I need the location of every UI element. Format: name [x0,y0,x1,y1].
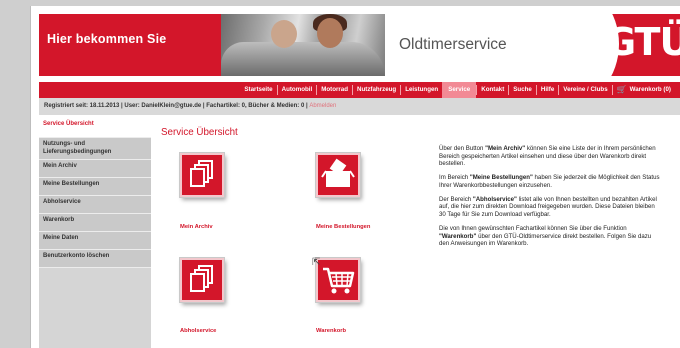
info-paragraph-orders: Im Bereich "Meine Bestellungen" haben Si… [439,174,660,189]
sidebar-item-warenkorb[interactable]: Warenkorb [39,214,151,232]
nav-service[interactable]: Service [442,82,477,98]
pickup-tile-label[interactable]: Abholservice [180,328,216,334]
nav-warenkorb-label: Warenkorb (0) [629,86,671,93]
archive-tile-button[interactable] [180,153,224,197]
cart-tile-label[interactable]: Warenkorb [316,328,346,334]
orders-tile-label[interactable]: Meine Bestellungen [316,224,370,230]
user-status-bar: Registriert seit: 18.11.2013 | User: Dan… [39,98,680,115]
nav-vereine-clubs[interactable]: Vereine / Clubs [558,85,611,95]
main-nav: Startseite Automobil Motorrad Nutzfahrze… [39,82,680,98]
site-header: Hier bekommen Sie Oldtimerservice GTÜ [39,6,680,104]
sidebar-item-service-uebersicht[interactable]: Service Übersicht [39,116,151,138]
nav-kontakt[interactable]: Kontakt [476,85,508,95]
info-paragraph-pickup: Der Bereich "Abholservice" listet alle v… [439,195,657,218]
pickup-icon [190,265,213,292]
sidebar-item-meine-bestellungen[interactable]: Meine Bestellungen [39,178,151,196]
orders-icon [321,158,355,187]
sidebar-item-abholservice[interactable]: Abholservice [39,196,151,214]
archive-tile-label[interactable]: Mein Archiv [180,224,213,230]
nav-nutzfahrzeug[interactable]: Nutzfahrzeug [352,85,400,95]
banner-text: Hier bekommen Sie [47,32,167,46]
cart-icon [323,267,355,294]
cart-icon: 🛒 [616,85,627,94]
man-face [271,20,297,48]
header-photo [221,14,385,76]
nav-motorrad[interactable]: Motorrad [316,85,352,95]
service-title: Oldtimerservice [399,36,507,53]
user-status-text: Registriert seit: 18.11.2013 | User: Dan… [44,103,308,109]
nav-suche[interactable]: Suche [508,85,536,95]
archive-icon [190,160,213,187]
woman-face [317,18,343,48]
info-paragraph-archive: Über den Button "Mein Archiv" können Sie… [439,145,656,168]
pickup-tile-button[interactable] [180,258,224,302]
sidebar-item-meine-daten[interactable]: Meine Daten [39,232,151,250]
mouse-cursor-icon: ⇱ [312,257,321,268]
gtue-logo[interactable]: GTÜ [519,6,680,104]
nav-hilfe[interactable]: Hilfe [535,85,558,95]
logo-text: GTÜ [605,20,680,64]
info-text: Über den Button "Mein Archiv" können Sie… [439,145,663,254]
sidebar-item-mein-archiv[interactable]: Mein Archiv [39,160,151,178]
info-paragraph-cart: Die von Ihnen gewünschten Fachartikel kö… [439,224,652,248]
orders-tile-button[interactable] [316,153,360,197]
nav-startseite[interactable]: Startseite [240,85,276,95]
cart-tile-button[interactable] [316,258,360,302]
nav-automobil[interactable]: Automobil [276,85,317,95]
browser-page: Hier bekommen Sie Oldtimerservice GTÜ St… [30,6,680,348]
logout-link[interactable]: Abmelden [309,103,336,109]
nav-warenkorb[interactable]: 🛒 Warenkorb (0) [611,85,675,95]
page-title: Service Übersicht [161,127,238,138]
sidebar-item-nutzungsbedingungen[interactable]: Nutzungs- und Lieferungsbedingungen [39,138,151,160]
sidebar-item-konto-loeschen[interactable]: Benutzerkonto löschen [39,250,151,268]
nav-leistungen[interactable]: Leistungen [400,85,442,95]
sidebar: Service Übersicht Nutzungs- und Lieferun… [39,116,151,348]
promo-banner[interactable]: Hier bekommen Sie [39,14,221,76]
car-shape [221,42,385,76]
